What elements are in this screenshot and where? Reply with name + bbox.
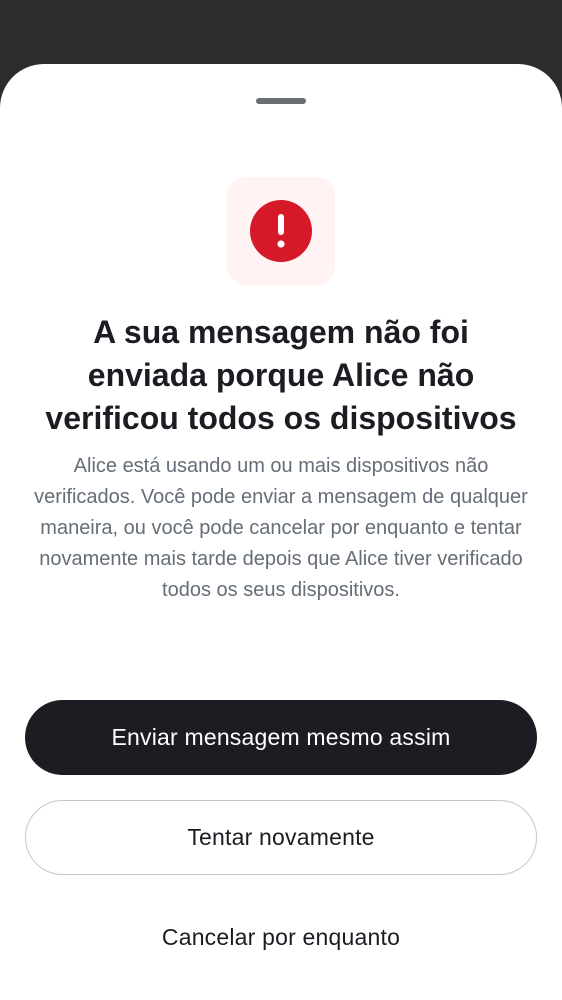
retry-button[interactable]: Tentar novamente: [25, 800, 537, 875]
dialog-description: Alice está usando um ou mais dispositivo…: [34, 455, 528, 601]
bottom-sheet-dialog: A sua mensagem não foi enviada porque Al…: [0, 64, 562, 1000]
send-anyway-button[interactable]: Enviar mensagem mesmo assim: [25, 700, 537, 775]
cancel-button[interactable]: Cancelar por enquanto: [25, 900, 537, 975]
drag-handle[interactable]: [256, 98, 306, 104]
alert-icon-container: [227, 177, 335, 285]
error-alert-icon: [250, 200, 312, 262]
dialog-title: A sua mensagem não foi enviada porque Al…: [45, 314, 517, 436]
